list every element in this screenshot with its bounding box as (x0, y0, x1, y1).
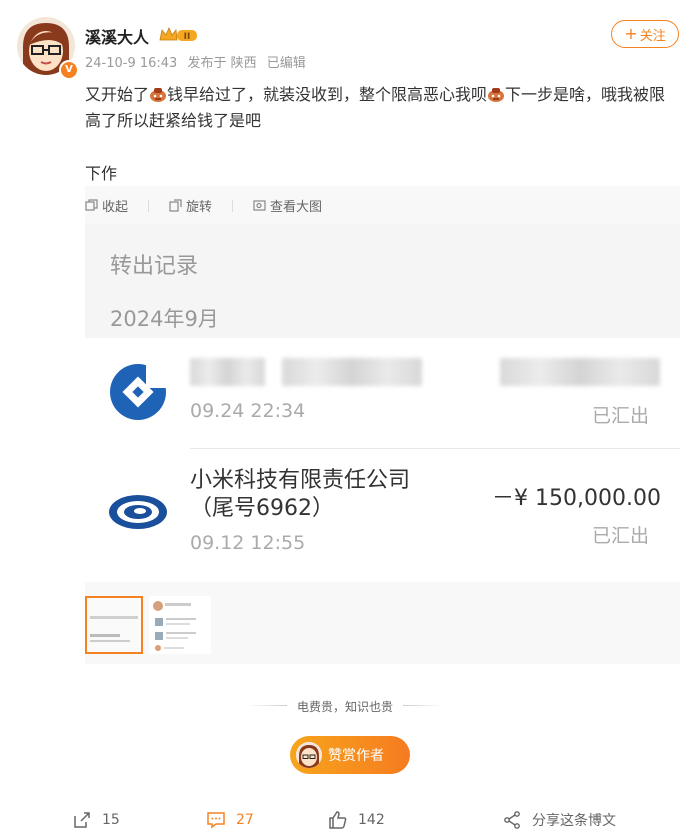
like-icon (329, 811, 347, 829)
comment-button[interactable]: 27 (206, 810, 254, 830)
collapse-icon (85, 199, 98, 211)
share-label: 分享这条博文 (532, 813, 616, 829)
record-time: 09.24 22:34 (190, 400, 306, 422)
view-large-icon (253, 200, 266, 211)
view-large-label: 查看大图 (270, 200, 323, 215)
toolbar-divider (148, 199, 150, 212)
post-location: 发布于 陕西 (187, 56, 257, 71)
record-time: 09.12 12:55 (190, 532, 306, 554)
image-thumbnail-2[interactable] (149, 596, 211, 654)
comment-icon (207, 812, 225, 829)
plus-icon: + (624, 24, 638, 43)
record-amount: －¥ 150,000.00 (492, 486, 661, 511)
comment-count: 27 (236, 812, 254, 828)
repost-icon (74, 812, 90, 828)
like-button[interactable]: 142 (328, 810, 385, 830)
rotate-button[interactable]: 旋转 (169, 196, 212, 215)
reward-avatar (296, 742, 322, 768)
record-status: 已汇出 (592, 405, 650, 427)
username[interactable]: 溪溪大人 (85, 24, 149, 48)
repost-button[interactable]: 15 (72, 810, 120, 830)
reward-label: 赞赏作者 (328, 748, 384, 764)
view-large-button[interactable]: 查看大图 (253, 196, 322, 215)
company-tail: （尾号6962） (190, 496, 334, 521)
share-icon (504, 811, 520, 829)
image-thumbnail-1[interactable] (85, 596, 143, 654)
repost-count: 15 (102, 812, 120, 828)
redacted-name-1 (190, 358, 265, 386)
slogan-line-right (403, 705, 443, 706)
toolbar-divider (232, 199, 234, 212)
row-divider (190, 448, 680, 449)
post-body: 又开始了 钱早给过了，就装没收到，整个限高恶心我呗 下一步是啥，哦我被限高了所以… (85, 82, 680, 134)
reward-author-button[interactable]: 赞赏作者 (290, 736, 410, 774)
share-button[interactable]: 分享这条博文 (502, 810, 616, 830)
unionpay-logo-icon (108, 490, 168, 530)
collapse-label: 收起 (102, 200, 129, 215)
like-count: 142 (358, 812, 385, 828)
edited-label[interactable]: 已编辑 (267, 56, 306, 71)
follow-label: 关注 (639, 28, 666, 44)
post-meta: 24-10-9 16:43 发布于 陕西 已编辑 (85, 52, 312, 71)
angry-emoji-icon (487, 84, 505, 102)
redacted-amount (500, 358, 660, 386)
post-text-d: 下作 (85, 164, 118, 183)
post-date: 24-10-9 16:43 (85, 56, 178, 71)
verified-badge-icon: V (59, 60, 79, 80)
post-text-a: 又开始了 (85, 85, 150, 104)
rotate-label: 旋转 (186, 200, 213, 215)
rotate-icon (169, 199, 182, 212)
reward-slogan: 电费贵，知识也贵 (296, 700, 393, 714)
follow-button[interactable]: + 关注 (611, 20, 679, 48)
post-text-b: 钱早给过了，就装没收到，整个限高恶心我呗 (167, 85, 488, 104)
level-badge-text: II (184, 32, 191, 42)
redacted-name-2 (282, 358, 422, 386)
image-month: 2024年9月 (110, 307, 219, 331)
collapse-button[interactable]: 收起 (85, 196, 128, 215)
image-title: 转出记录 (110, 254, 199, 279)
record-company: 小米科技有限责任公司 （尾号6962） (190, 467, 410, 523)
company-name: 小米科技有限责任公司 (190, 468, 411, 493)
ccb-bank-logo-icon (108, 362, 168, 422)
media-toolbar: 收起 旋转 查看大图 (85, 196, 322, 215)
record-status: 已汇出 (592, 525, 650, 547)
vip-crown-icon: II (158, 26, 198, 44)
angry-emoji-icon (149, 84, 167, 102)
